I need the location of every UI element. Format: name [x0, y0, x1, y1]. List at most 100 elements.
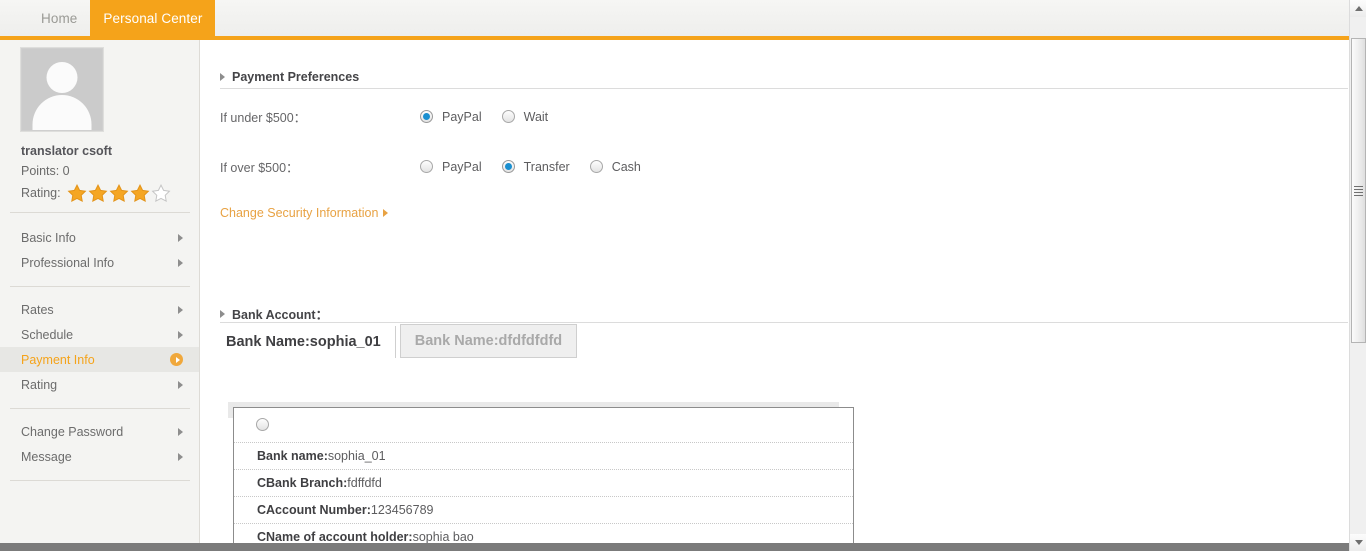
detail-row-cbank-branch: CBank Branch:fdffdfd [234, 469, 853, 496]
star-icon [67, 183, 87, 203]
tab-personal-center[interactable]: Personal Center [90, 0, 216, 36]
radio-label: PayPal [442, 159, 482, 174]
detail-label: Bank name: [257, 449, 328, 463]
profile-points: Points: 0 [21, 164, 70, 178]
profile-rating: Rating: [21, 183, 171, 203]
top-nav-tabs: Home Personal Center [28, 0, 216, 36]
sidebar-divider-4 [10, 480, 190, 481]
sidebar-item-rates[interactable]: Rates [0, 297, 199, 322]
sidebar-item-professional-info[interactable]: Professional Info [0, 250, 199, 275]
triangle-right-icon [178, 258, 183, 267]
payment-preferences-heading-label: Payment Preferences [232, 70, 360, 84]
page-root: Home Personal Center translator csoft Po… [0, 0, 1366, 551]
sidebar-item-basic-info[interactable]: Basic Info [0, 225, 199, 250]
sidebar-item-label: Basic Info [21, 230, 76, 245]
radio-option-paypal-row1[interactable]: PayPal [420, 160, 502, 174]
bank-account-select-row [234, 408, 853, 442]
sidebar-item-label: Schedule [21, 327, 74, 342]
rating-label: Rating: [21, 186, 61, 200]
pref-row-under-500: If under $500： PayPal Wait [220, 107, 568, 126]
radio-label: PayPal [442, 109, 482, 124]
detail-label: CName of account holder: [257, 530, 413, 544]
radio-cash[interactable] [589, 160, 603, 173]
rating-stars [67, 183, 171, 203]
sidebar-item-label: Change Password [21, 424, 124, 439]
triangle-right-icon [220, 309, 225, 318]
pref-label-over-500: If over $500： [220, 161, 299, 175]
bank-account-detail-panel: Bank name:sophia_01 CBank Branch:fdffdfd C… [233, 407, 854, 551]
sidebar-item-message[interactable]: Message [0, 444, 199, 469]
triangle-right-icon [383, 209, 389, 217]
payment-preferences-heading: Payment Preferences [220, 70, 359, 84]
profile-name: translator csoft [21, 144, 112, 158]
change-security-information-label: Change Security Information [220, 206, 379, 220]
radio-paypal[interactable] [420, 160, 433, 173]
sidebar-item-payment-info[interactable]: Payment Info [0, 347, 199, 372]
payment-preferences-rule [220, 88, 1348, 89]
pref-options-under-500: PayPal Wait [420, 110, 568, 124]
avatar-body-shape [32, 95, 92, 130]
sidebar-divider-2 [10, 286, 190, 287]
bank-tab-sophia-01[interactable]: Bank Name:sophia_01 [212, 326, 396, 358]
sidebar-item-label: Rating [21, 377, 58, 392]
bank-account-select-radio[interactable] [256, 418, 269, 431]
sidebar-divider-3 [10, 408, 190, 409]
radio-option-transfer-row1[interactable]: Transfer [501, 159, 590, 174]
scroll-down-button[interactable] [1350, 534, 1366, 551]
avatar[interactable] [20, 47, 104, 132]
star-icon [130, 183, 150, 203]
sidebar-item-label: Professional Info [21, 255, 115, 270]
detail-value: 123456789 [370, 503, 434, 517]
pref-row-over-500: If over $500： PayPal Transfer Cash [220, 157, 661, 176]
chevron-up-icon [1354, 6, 1363, 11]
top-header: Home Personal Center [0, 0, 1349, 36]
sidebar-divider-1 [10, 212, 190, 213]
triangle-right-icon [178, 305, 183, 314]
radio-paypal[interactable] [420, 110, 433, 123]
sidebar-item-rating[interactable]: Rating [0, 372, 199, 397]
radio-label: Cash [611, 159, 641, 174]
radio-option-wait-row0[interactable]: Wait [501, 110, 569, 124]
scroll-up-button[interactable] [1350, 0, 1366, 17]
tab-home[interactable]: Home [28, 0, 90, 36]
detail-value: sophia_01 [327, 449, 386, 463]
avatar-head-shape [46, 62, 78, 93]
sidebar-item-change-password[interactable]: Change Password [0, 419, 199, 444]
radio-wait[interactable] [501, 110, 515, 123]
detail-row-caccount-number: CAccount Number:123456789 [234, 496, 853, 523]
radio-option-paypal-row0[interactable]: PayPal [420, 110, 502, 124]
bottom-bar [0, 543, 1349, 551]
scrollbar-thumb[interactable] [1351, 38, 1366, 343]
sidebar-group-profile: Basic Info Professional Info [0, 225, 199, 275]
detail-label: CBank Branch: [257, 476, 348, 490]
pref-label-under-500: If under $500： [220, 111, 307, 125]
vertical-scrollbar[interactable] [1349, 0, 1366, 551]
detail-value: fdffdfd [347, 476, 382, 490]
sidebar-item-label: Payment Info [21, 352, 95, 367]
sidebar-item-label: Rates [21, 302, 54, 317]
radio-transfer[interactable] [501, 160, 515, 173]
grip-icon [1354, 185, 1363, 196]
sidebar-item-label: Message [21, 449, 72, 464]
triangle-right-icon [178, 330, 183, 339]
detail-label: CAccount Number: [257, 503, 371, 517]
bank-account-detail-rows: Bank name:sophia_01 CBank Branch:fdffdfd C… [234, 442, 853, 550]
star-icon [88, 183, 108, 203]
detail-row-bank-name: Bank name:sophia_01 [234, 442, 853, 469]
triangle-right-icon [178, 452, 183, 461]
bank-account-tabs: Bank Name:sophia_01 Bank Name:dfdfdfdfd [212, 324, 578, 358]
triangle-right-icon [178, 380, 183, 389]
bank-account-rule [220, 322, 1348, 323]
sidebar: translator csoft Points: 0 Rating: Basic… [0, 40, 200, 545]
triangle-right-icon [220, 73, 225, 81]
star-icon [109, 183, 129, 203]
sidebar-item-schedule[interactable]: Schedule [0, 322, 199, 347]
triangle-right-icon [178, 233, 183, 242]
radio-option-cash-row1[interactable]: Cash [589, 159, 661, 174]
star-icon [151, 183, 171, 203]
change-security-information-link[interactable]: Change Security Information [220, 206, 389, 220]
bank-tab-dfdfdfdfd[interactable]: Bank Name:dfdfdfdfd [399, 324, 578, 358]
sidebar-group-work: Rates Schedule Payment Info Rating [0, 297, 199, 397]
detail-value: sophia bao [412, 530, 474, 544]
radio-label: Transfer [523, 159, 570, 174]
